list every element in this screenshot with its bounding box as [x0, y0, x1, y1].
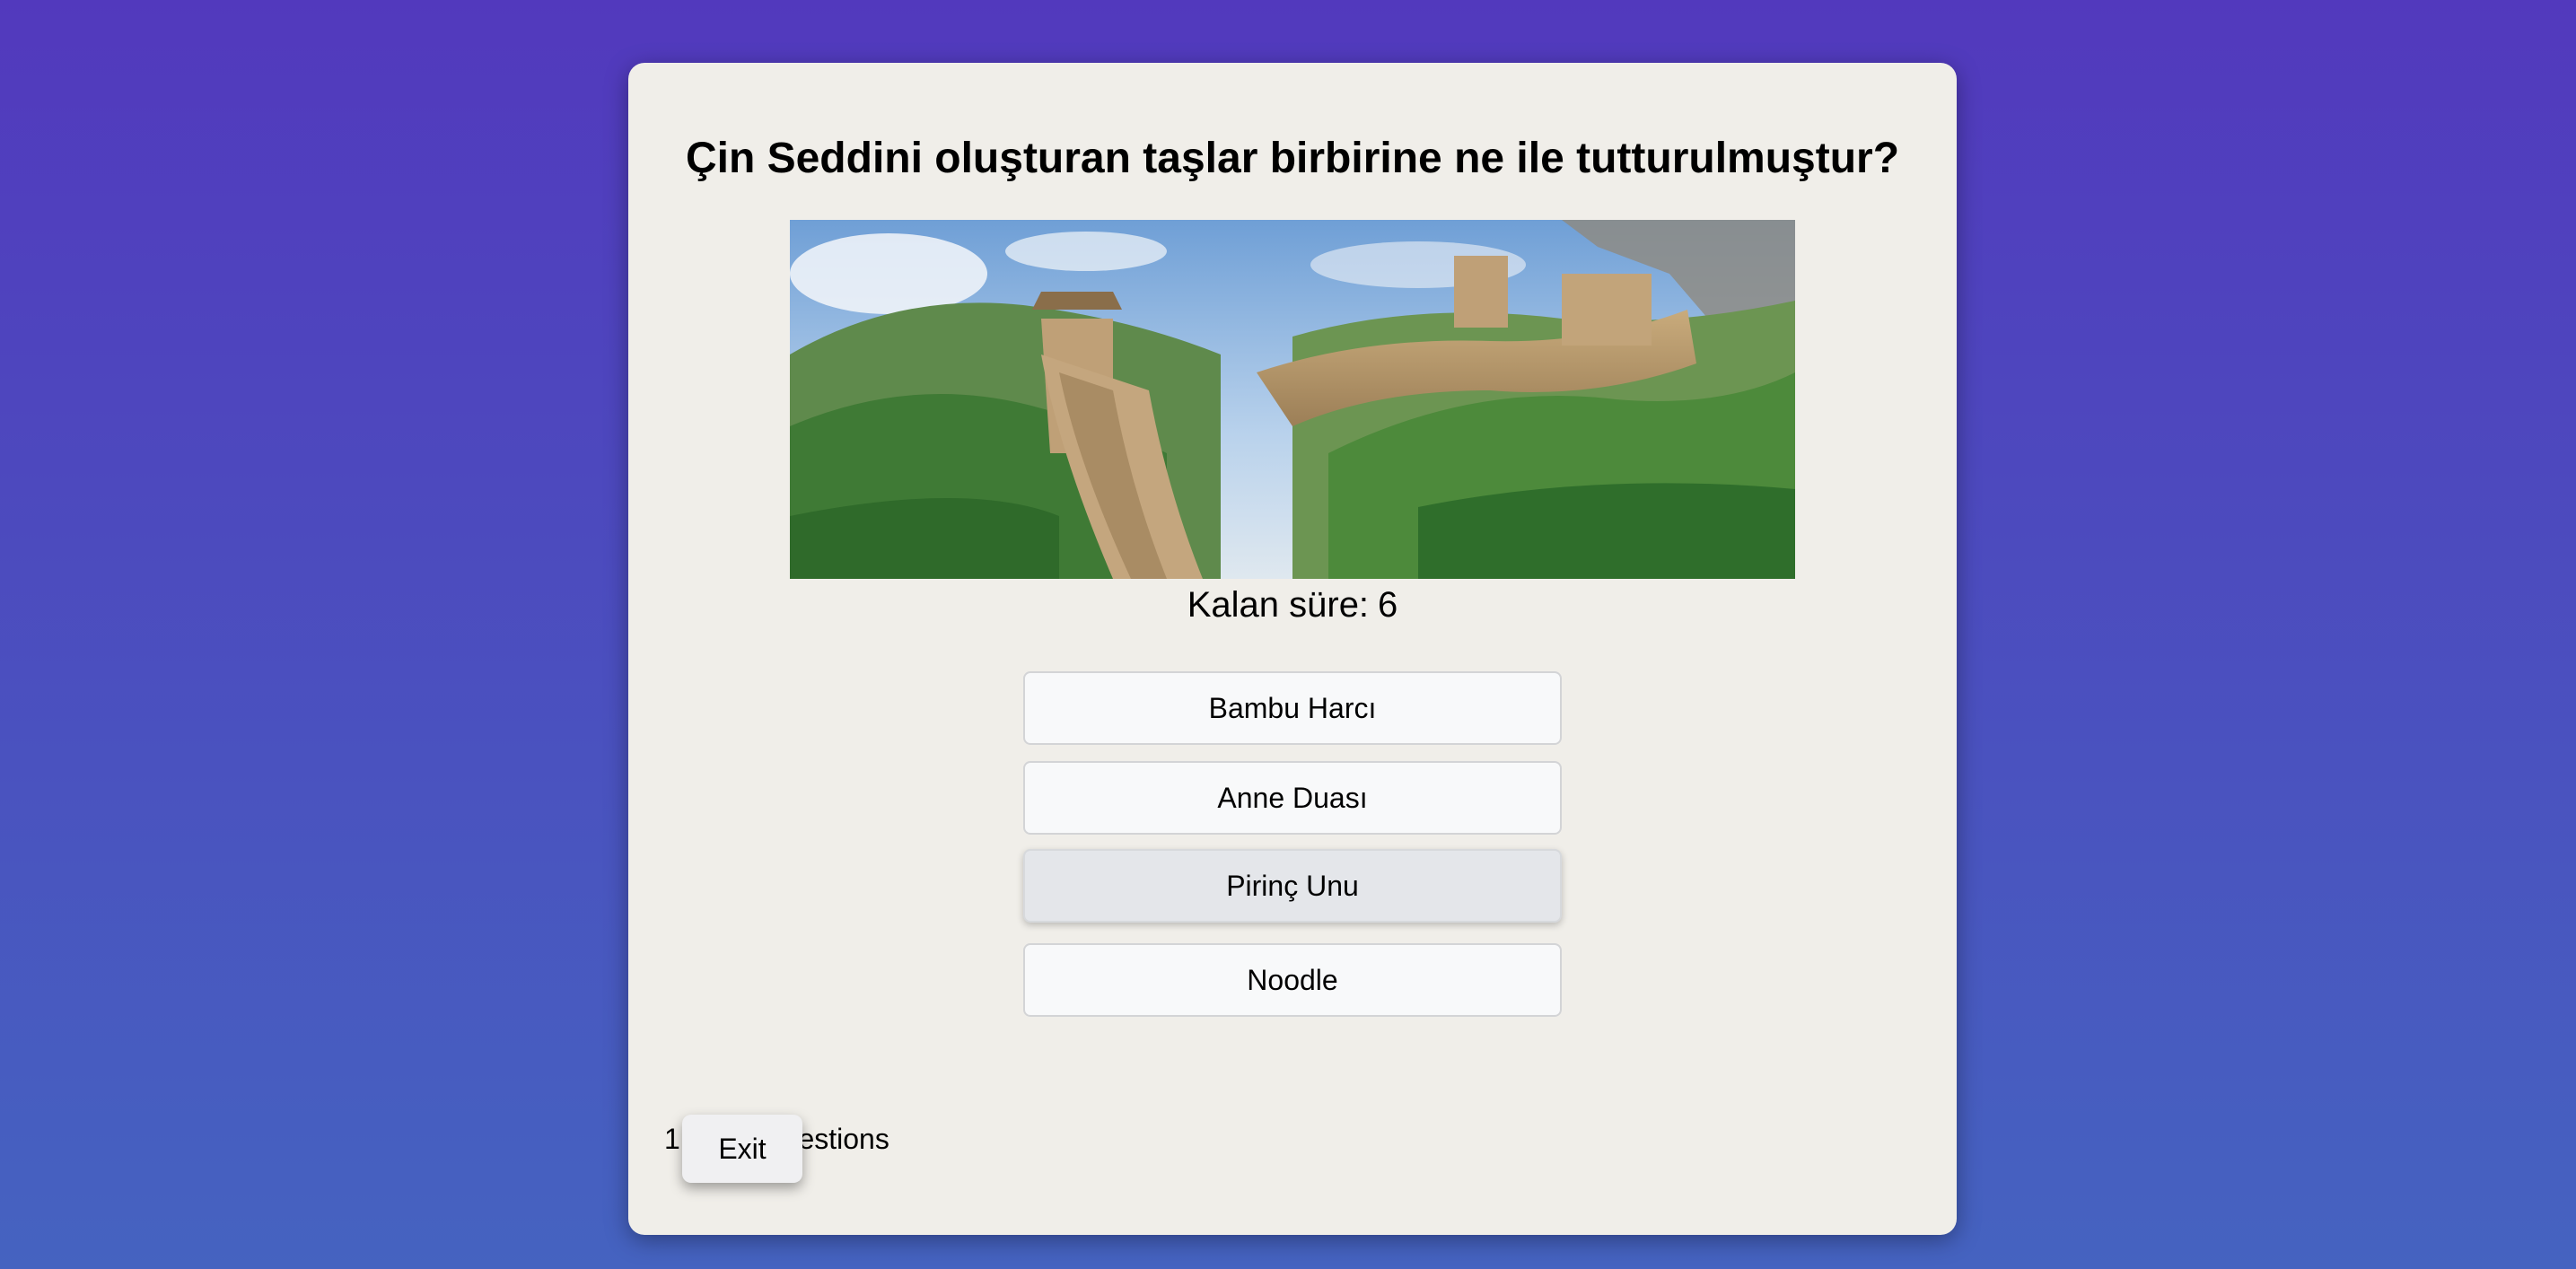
- option-pirinc-unu[interactable]: Pirinç Unu: [1023, 849, 1562, 923]
- great-wall-image: [790, 220, 1795, 579]
- option-anne-duasi[interactable]: Anne Duası: [1023, 761, 1562, 835]
- exit-button[interactable]: Exit: [682, 1115, 802, 1183]
- timer: Kalan süre: 6: [628, 583, 1957, 626]
- timer-label: Kalan süre:: [1187, 585, 1370, 625]
- option-bambu-harci[interactable]: Bambu Harcı: [1023, 671, 1562, 745]
- question-title: Çin Seddini oluşturan taşlar birbirine n…: [685, 135, 1900, 182]
- quiz-card: Çin Seddini oluşturan taşlar birbirine n…: [628, 63, 1957, 1235]
- timer-value: 6: [1378, 585, 1398, 625]
- option-noodle[interactable]: Noodle: [1023, 943, 1562, 1017]
